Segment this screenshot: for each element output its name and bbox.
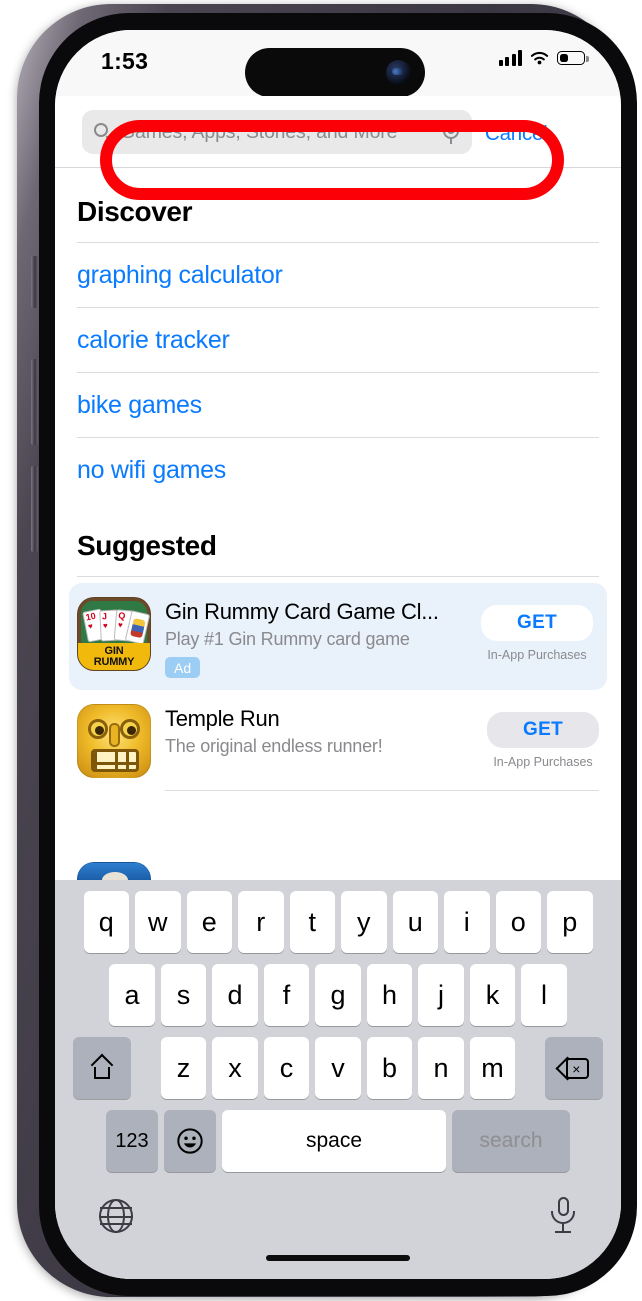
delete-icon: × xyxy=(559,1057,590,1079)
app-subtitle: Play #1 Gin Rummy card game xyxy=(165,629,410,649)
search-bar: Games, Apps, Stories, and More Cancel xyxy=(55,96,621,168)
app-icon-label-line2: RUMMY xyxy=(93,656,135,668)
keyboard-bottom-bar xyxy=(55,1183,621,1279)
home-indicator[interactable] xyxy=(266,1255,410,1261)
shift-icon xyxy=(90,1056,114,1081)
key-c[interactable]: c xyxy=(263,1037,310,1099)
keyboard-row-2: a s d f g h j k l xyxy=(55,953,621,1026)
discover-heading: Discover xyxy=(77,196,193,227)
key-k[interactable]: k xyxy=(469,964,516,1026)
shift-key[interactable] xyxy=(72,1037,131,1099)
app-info: Gin Rummy Card Game Cl... Play #1 Gin Ru… xyxy=(165,597,481,678)
key-m[interactable]: m xyxy=(469,1037,516,1099)
delete-key[interactable]: × xyxy=(545,1037,604,1099)
get-button[interactable]: GET xyxy=(481,605,593,641)
discover-item-2[interactable]: bike games xyxy=(55,373,621,437)
discover-item-1[interactable]: calorie tracker xyxy=(55,308,621,372)
screenshot-root: 1:53 Games, Apps, Stories, and More Canc… xyxy=(0,0,642,1301)
app-action: GET In-App Purchases xyxy=(487,704,599,769)
keyboard-row-3: z x c v b n m × xyxy=(55,1026,621,1099)
front-camera-icon xyxy=(386,60,411,85)
status-bar-indicators xyxy=(498,50,589,66)
key-z[interactable]: z xyxy=(160,1037,207,1099)
key-r[interactable]: r xyxy=(238,891,284,953)
phone-frame: 1:53 Games, Apps, Stories, and More Canc… xyxy=(17,4,637,1297)
app-row-partial-icon xyxy=(77,862,151,880)
app-info: Temple Run The original endless runner! xyxy=(165,704,487,757)
key-i[interactable]: i xyxy=(444,891,490,953)
emoji-key[interactable] xyxy=(164,1110,216,1172)
key-n[interactable]: n xyxy=(418,1037,464,1099)
get-button[interactable]: GET xyxy=(487,712,599,748)
app-subtitle: The original endless runner! xyxy=(165,736,383,756)
microphone-icon[interactable] xyxy=(551,1197,575,1235)
dynamic-island xyxy=(245,48,425,97)
status-bar: 1:53 xyxy=(55,30,621,97)
wifi-icon xyxy=(530,51,549,65)
space-key[interactable]: space xyxy=(222,1110,446,1172)
key-o[interactable]: o xyxy=(495,891,541,953)
suggested-heading: Suggested xyxy=(77,530,217,561)
volume-up-button[interactable] xyxy=(31,359,38,445)
app-name: Temple Run xyxy=(165,706,280,731)
key-y[interactable]: y xyxy=(341,891,387,953)
key-s[interactable]: s xyxy=(160,964,207,1026)
status-bar-time: 1:53 xyxy=(101,48,149,74)
search-placeholder: Games, Apps, Stories, and More xyxy=(120,120,398,143)
in-app-purchases-label: In-App Purchases xyxy=(487,648,587,662)
key-a[interactable]: a xyxy=(109,964,155,1026)
key-b[interactable]: b xyxy=(366,1037,413,1099)
emoji-icon xyxy=(177,1128,203,1154)
phone-screen: 1:53 Games, Apps, Stories, and More Canc… xyxy=(55,30,621,1279)
key-w[interactable]: w xyxy=(135,891,181,953)
key-l[interactable]: l xyxy=(521,964,567,1026)
app-row-ad[interactable]: 10 ♥ J ♥ Q ♥ GIN RUMMY Gin Rummy Card Game … xyxy=(69,583,607,690)
key-x[interactable]: x xyxy=(212,1037,258,1099)
divider xyxy=(77,576,599,577)
temple-run-app-icon xyxy=(77,704,151,778)
battery-icon xyxy=(557,51,589,65)
microphone-icon[interactable] xyxy=(441,121,461,144)
discover-item-0[interactable]: graphing calculator xyxy=(55,243,621,307)
key-t[interactable]: t xyxy=(289,891,335,953)
key-g[interactable]: g xyxy=(315,964,361,1026)
keyboard-row-4: 123 space search xyxy=(55,1099,621,1172)
app-name: Gin Rummy Card Game Cl... xyxy=(165,599,439,624)
signal-bars-icon xyxy=(498,50,522,66)
app-row-temple-run[interactable]: Temple Run The original endless runner! … xyxy=(55,690,621,790)
cancel-button[interactable]: Cancel xyxy=(485,122,548,146)
numbers-key[interactable]: 123 xyxy=(106,1110,158,1172)
gin-rummy-app-icon: 10 ♥ J ♥ Q ♥ GIN RUMMY xyxy=(77,597,151,671)
globe-icon-lines xyxy=(99,1207,133,1225)
key-d[interactable]: d xyxy=(212,964,258,1026)
key-u[interactable]: u xyxy=(392,891,438,953)
onscreen-keyboard[interactable]: q w e r t y u i o p a s d f g h j k l z … xyxy=(55,880,621,1279)
search-icon xyxy=(94,122,113,142)
search-suggestions-list[interactable]: Discover graphing calculator calorie tra… xyxy=(55,168,621,880)
in-app-purchases-label: In-App Purchases xyxy=(493,755,593,769)
key-f[interactable]: f xyxy=(263,964,310,1026)
key-p[interactable]: p xyxy=(547,891,593,953)
key-q[interactable]: q xyxy=(83,891,129,953)
discover-item-3[interactable]: no wifi games xyxy=(55,438,621,502)
divider xyxy=(165,790,599,791)
ad-badge: Ad xyxy=(165,657,201,678)
keyboard-row-1: q w e r t y u i o p xyxy=(55,880,621,953)
search-key[interactable]: search xyxy=(452,1110,570,1172)
search-input[interactable]: Games, Apps, Stories, and More xyxy=(82,110,472,154)
key-j[interactable]: j xyxy=(418,964,464,1026)
key-e[interactable]: e xyxy=(186,891,232,953)
volume-down-button[interactable] xyxy=(31,466,38,552)
app-action: GET In-App Purchases xyxy=(481,597,593,662)
key-v[interactable]: v xyxy=(315,1037,361,1099)
action-button[interactable] xyxy=(31,256,38,308)
key-h[interactable]: h xyxy=(366,964,413,1026)
